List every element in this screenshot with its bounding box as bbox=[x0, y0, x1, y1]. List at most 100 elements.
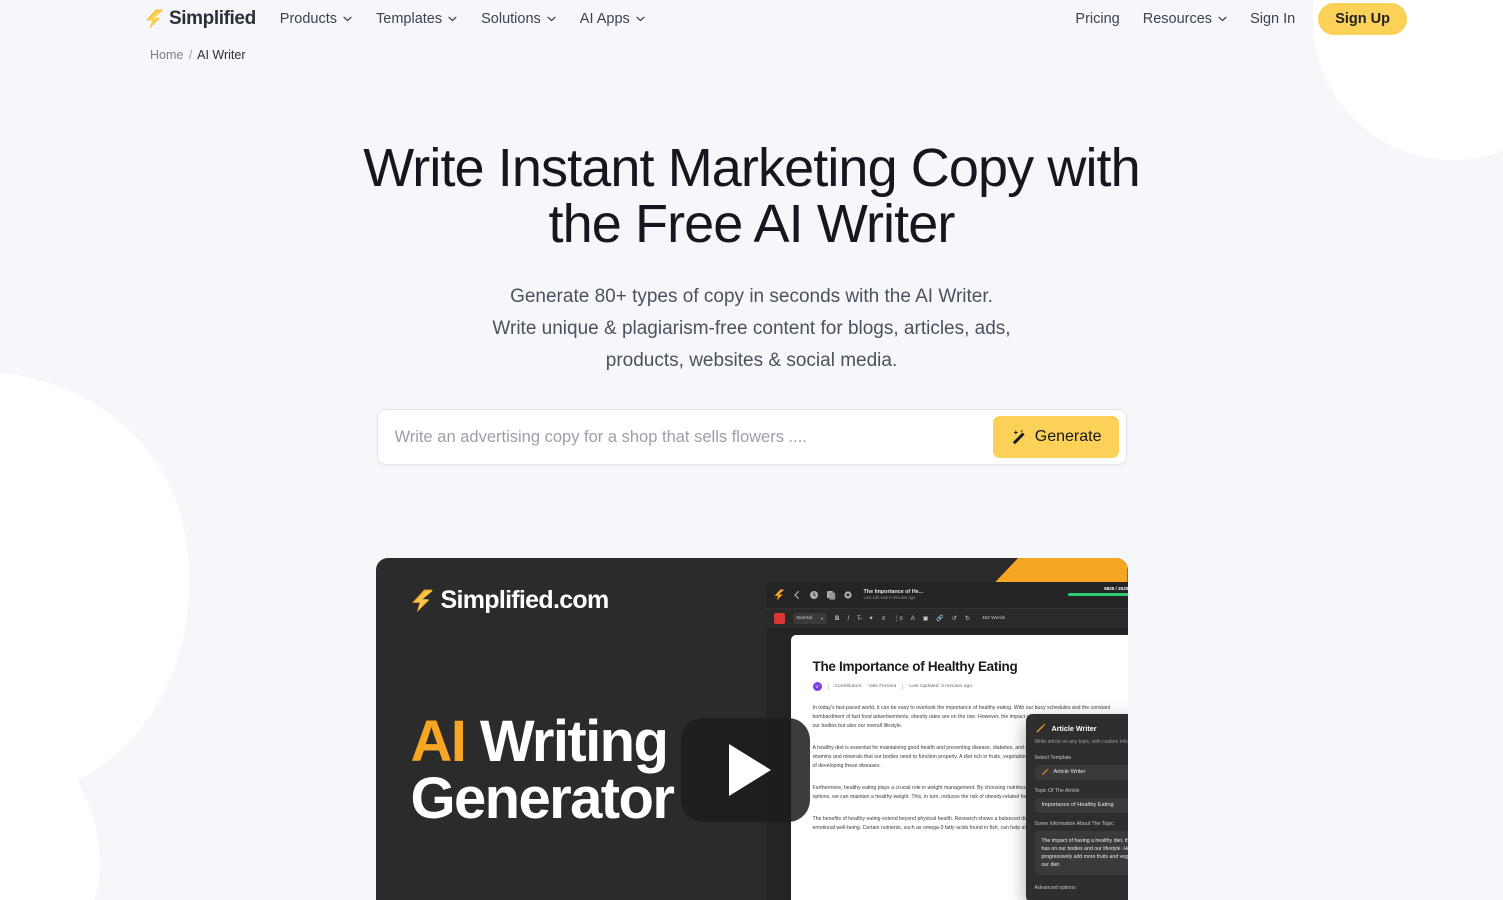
template-select[interactable]: Article Writer ▾ bbox=[1034, 764, 1128, 780]
video-headline: AI Writing Generator bbox=[411, 713, 675, 828]
nav-item-products[interactable]: Products bbox=[280, 11, 352, 27]
editor-word-count: 462 Words bbox=[981, 616, 1006, 621]
video-headline-accent: AI bbox=[410, 709, 467, 774]
play-triangle-icon bbox=[728, 744, 771, 796]
page-title: Write Instant Marketing Copy with the Fr… bbox=[363, 138, 1141, 254]
magic-wand-icon bbox=[1012, 429, 1025, 444]
video-headline-line2: Generator bbox=[410, 766, 675, 831]
highlight-icon[interactable]: A bbox=[911, 616, 915, 622]
nav-item-templates[interactable]: Templates bbox=[376, 11, 457, 27]
nav-item-pricing[interactable]: Pricing bbox=[1075, 11, 1119, 27]
simplified-logo-icon bbox=[145, 9, 164, 29]
settings-gear-icon[interactable] bbox=[843, 590, 853, 600]
link-icon[interactable]: 🔗 bbox=[936, 616, 943, 622]
editor-credits-bar bbox=[1067, 593, 1128, 596]
hero-section: Write Instant Marketing Copy with the Fr… bbox=[0, 62, 1503, 377]
select-template-text: Select Template bbox=[1034, 754, 1072, 761]
clear-format-icon[interactable]: ✦ bbox=[869, 616, 874, 622]
simplified-logo-icon bbox=[774, 589, 784, 601]
nav-item-label: Products bbox=[279, 11, 338, 27]
panel-title: Article Writer bbox=[1051, 724, 1097, 733]
breadcrumb-home[interactable]: Home bbox=[150, 48, 183, 62]
advanced-options-row: Advanced options bbox=[1035, 884, 1128, 893]
editor-doc-title: The Importance of He... Last edit was 0 … bbox=[864, 589, 924, 600]
video-preview-card[interactable]: Simplified.com AI Writing Generator The … bbox=[375, 558, 1128, 900]
chevron-down-icon bbox=[636, 16, 645, 22]
nav-item-label: Pricing bbox=[1075, 11, 1120, 27]
topic-label: Topic Of The Article bbox=[1034, 787, 1080, 794]
italic-icon[interactable]: I bbox=[847, 616, 849, 622]
hero-subtitle-line-3: products, websites & social media. bbox=[605, 350, 898, 371]
sign-in-label: Sign In bbox=[1250, 11, 1296, 27]
format-style-select[interactable]: Normal ▾ bbox=[792, 613, 827, 624]
bold-icon[interactable]: B bbox=[835, 616, 839, 622]
meta-divider bbox=[902, 683, 904, 690]
topic-input[interactable]: Importance of Healthy Eating bbox=[1034, 797, 1128, 813]
panel-header: Article Writer ⌃ bbox=[1035, 723, 1128, 734]
play-button[interactable] bbox=[680, 718, 810, 822]
sign-in-link[interactable]: Sign In bbox=[1250, 11, 1295, 27]
video-headline-rest: Writing bbox=[465, 709, 669, 774]
brand-name: Simplified bbox=[169, 8, 256, 29]
redo-icon[interactable]: ↻ bbox=[965, 616, 970, 622]
pencil-icon bbox=[1041, 768, 1048, 775]
select-template-label: Select Template bbox=[1035, 755, 1128, 761]
copy-icon[interactable] bbox=[826, 590, 836, 600]
contributors-value: Vale Ferreira bbox=[868, 684, 897, 689]
nav-item-label: Resources bbox=[1142, 11, 1213, 27]
nav-item-label: AI Apps bbox=[579, 11, 630, 27]
chevron-down-icon: ▾ bbox=[820, 616, 823, 621]
contributors-label: Contributors: bbox=[834, 684, 863, 689]
nav-links: Products Templates Solutions AI Apps bbox=[280, 11, 645, 27]
breadcrumb-current: AI Writer bbox=[197, 48, 246, 62]
chevron-down-icon bbox=[547, 16, 556, 22]
align-icon[interactable]: ≡ bbox=[882, 616, 886, 622]
last-updated: Last Updated: 0 minutes ago bbox=[909, 684, 972, 689]
video-brand-label: Simplified.com bbox=[440, 586, 610, 614]
hero-subtitle: Generate 80+ types of copy in seconds wi… bbox=[442, 281, 1062, 377]
chevron-down-icon bbox=[448, 16, 457, 22]
article-writer-panel: Article Writer ⌃ Write article on any to… bbox=[1025, 714, 1128, 900]
editor-credits-value: 5835 / 252000 bbox=[1104, 586, 1127, 591]
breadcrumb: Home / AI Writer bbox=[0, 38, 1503, 62]
record-button-icon[interactable] bbox=[773, 613, 785, 624]
pencil-icon bbox=[1035, 723, 1045, 733]
nav-item-solutions[interactable]: Solutions bbox=[481, 11, 556, 27]
format-style-value: Normal bbox=[796, 616, 812, 621]
brand-logo[interactable]: Simplified bbox=[145, 8, 256, 30]
generate-button[interactable]: Generate bbox=[992, 416, 1119, 458]
decor-blob-left-lower bbox=[0, 700, 100, 900]
advanced-options-label: Advanced options bbox=[1034, 885, 1076, 891]
editor-format-toolbar: Normal ▾ B I T̶ ✦ ≡ ⋮≡ A ▣ 🔗 ↺ ↻ 462 Wor… bbox=[765, 608, 1128, 628]
document-meta: V Contributors: Vale Ferreira Last Updat… bbox=[812, 682, 1128, 691]
panel-description: Write article on any topic, with custom … bbox=[1034, 739, 1128, 745]
chevron-down-icon bbox=[343, 16, 352, 22]
info-label-row: Some Information About The Topic 29/240 … bbox=[1035, 821, 1128, 827]
sign-up-button[interactable]: Sign Up bbox=[1318, 3, 1407, 35]
hero-subtitle-line-1: Generate 80+ types of copy in seconds wi… bbox=[510, 286, 993, 307]
history-clock-icon[interactable] bbox=[809, 590, 819, 600]
image-icon[interactable]: ▣ bbox=[923, 616, 929, 622]
editor-credits: 5835 / 252000 credits used bbox=[1067, 586, 1128, 596]
nav-item-resources[interactable]: Resources bbox=[1143, 11, 1227, 27]
avatar: V bbox=[812, 682, 822, 691]
back-arrow-icon[interactable] bbox=[792, 590, 802, 600]
chevron-down-icon bbox=[1218, 16, 1227, 22]
strikethrough-icon[interactable]: T̶ bbox=[857, 616, 861, 622]
undo-icon[interactable]: ↺ bbox=[952, 616, 957, 622]
nav-item-ai-apps[interactable]: AI Apps bbox=[580, 11, 645, 27]
topic-label-row: Topic Of The Article 4/20 Words bbox=[1035, 788, 1128, 794]
info-textarea[interactable]: The impact of having a healthy diet, the… bbox=[1034, 830, 1128, 875]
nav-item-label: Templates bbox=[376, 11, 443, 27]
nav-item-label: Solutions bbox=[481, 11, 541, 27]
simplified-logo-icon bbox=[411, 589, 433, 612]
decor-blob-left bbox=[0, 342, 218, 828]
video-brand: Simplified.com bbox=[411, 586, 609, 615]
info-label: Some Information About The Topic bbox=[1034, 820, 1114, 827]
editor-doc-lastedit: Last edit was 0 minutes ago bbox=[863, 594, 916, 600]
nav-right-group: Pricing Resources Sign In Sign Up bbox=[1075, 3, 1407, 35]
product-screenshot: The Importance of He... Last edit was 0 … bbox=[765, 582, 1128, 900]
prompt-input[interactable] bbox=[377, 427, 993, 447]
meta-divider bbox=[827, 683, 829, 690]
list-icon[interactable]: ⋮≡ bbox=[893, 616, 903, 622]
